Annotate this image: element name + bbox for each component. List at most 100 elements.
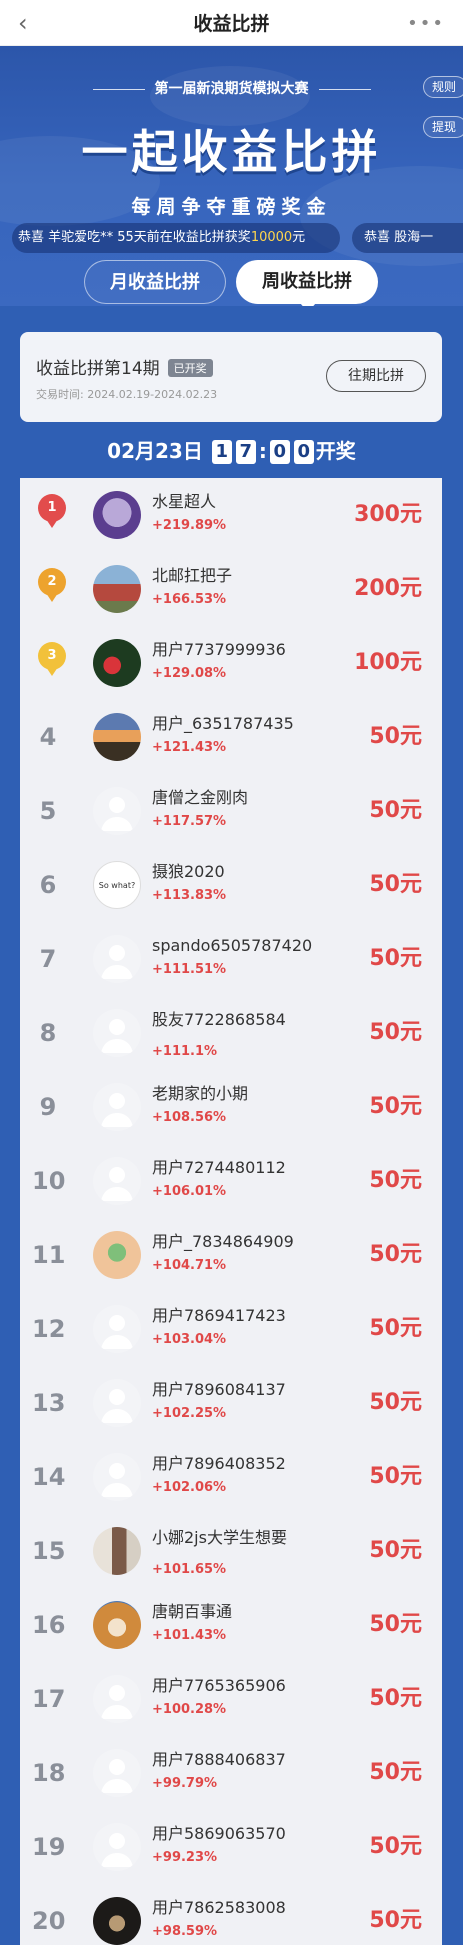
user-name[interactable]: 用户7737999936 — [152, 640, 322, 660]
table-row[interactable]: 11 用户_7834864909 +104.71% 50元 — [20, 1218, 442, 1292]
marquee-amount: 10000 — [250, 230, 293, 245]
winner-marquee-2: 恭喜 股海一 — [352, 223, 463, 253]
table-row[interactable]: 16 唐朝百事通 +101.43% 50元 — [20, 1588, 442, 1662]
rank-medal-icon: 3 — [38, 642, 66, 678]
prize-amount: 300元 — [354, 502, 422, 527]
user-name[interactable]: 小娜2js大学生想要 — [152, 1528, 322, 1548]
rank-number: 1 — [38, 494, 66, 522]
back-chevron-icon[interactable]: ‹ — [18, 11, 28, 35]
table-row[interactable]: 6 So what? 摄狼2020 +113.83% 50元 — [20, 848, 442, 922]
rank-number: 5 — [39, 797, 57, 825]
prize-amount: 50元 — [369, 1834, 422, 1859]
cartoon-bear-avatar — [93, 491, 141, 539]
user-name[interactable]: spando6505787420 — [152, 936, 322, 956]
user-name[interactable]: 用户7765365906 — [152, 1676, 322, 1696]
table-row[interactable]: 17 用户7765365906 +100.28% 50元 — [20, 1662, 442, 1736]
user-name[interactable]: 水星超人 — [152, 492, 322, 512]
table-row[interactable]: 2 北邮扛把子 +166.53% 200元 — [20, 552, 442, 626]
prize-amount: 50元 — [369, 1020, 422, 1045]
tab-month[interactable]: 月收益比拼 — [84, 260, 226, 304]
user-name[interactable]: 用户5869063570 — [152, 1824, 322, 1844]
cartoon-avatar — [93, 1231, 141, 1279]
return-percent: +98.59% — [152, 1924, 218, 1939]
prize-amount: 200元 — [354, 576, 422, 601]
table-row[interactable]: 19 用户5869063570 +99.23% 50元 — [20, 1810, 442, 1884]
rank-number: 14 — [32, 1463, 66, 1491]
table-row[interactable]: 1 水星超人 +219.89% 300元 — [20, 478, 442, 552]
user-name[interactable]: 用户7274480112 — [152, 1158, 322, 1178]
return-percent: +108.56% — [152, 1110, 227, 1125]
table-row[interactable]: 14 用户7896408352 +102.06% 50元 — [20, 1440, 442, 1514]
building-photo-avatar — [93, 565, 141, 613]
table-row[interactable]: 4 用户_6351787435 +121.43% 50元 — [20, 700, 442, 774]
user-name[interactable]: 用户_7834864909 — [152, 1232, 322, 1252]
return-percent: +102.25% — [152, 1406, 227, 1421]
table-row[interactable]: 12 用户7869417423 +103.04% 50元 — [20, 1292, 442, 1366]
user-name[interactable]: 用户7862583008 — [152, 1898, 322, 1918]
text-avatar: So what? — [93, 861, 141, 909]
table-row[interactable]: 13 用户7896084137 +102.25% 50元 — [20, 1366, 442, 1440]
return-percent: +111.51% — [152, 962, 227, 977]
table-row[interactable]: 9 老期家的小期 +108.56% 50元 — [20, 1070, 442, 1144]
table-row[interactable]: 7 spando6505787420 +111.51% 50元 — [20, 922, 442, 996]
default-user-avatar — [93, 1453, 141, 1501]
return-percent: +111.1% — [152, 1044, 218, 1059]
marquee-suffix: 元 — [292, 230, 306, 245]
user-name[interactable]: 摄狼2020 — [152, 862, 322, 882]
table-row[interactable]: 15 小娜2js大学生想要 +101.65% 50元 — [20, 1514, 442, 1588]
user-name[interactable]: 用户7888406837 — [152, 1750, 322, 1770]
user-name[interactable]: 用户7896084137 — [152, 1380, 322, 1400]
prize-amount: 50元 — [369, 798, 422, 823]
rules-button[interactable]: 规则 — [422, 76, 463, 98]
more-dots-icon[interactable]: ••• — [407, 13, 445, 34]
contest-title: 第一届新浪期货模拟大赛 — [0, 78, 463, 98]
default-user-avatar — [93, 1379, 141, 1427]
return-percent: +166.53% — [152, 592, 227, 607]
prize-amount: 50元 — [369, 1908, 422, 1933]
table-row[interactable]: 10 用户7274480112 +106.01% 50元 — [20, 1144, 442, 1218]
table-row[interactable]: 5 唐僧之金刚肉 +117.57% 50元 — [20, 774, 442, 848]
prize-amount: 50元 — [369, 1094, 422, 1119]
user-name[interactable]: 唐朝百事通 — [152, 1602, 322, 1622]
prize-amount: 50元 — [369, 946, 422, 971]
return-percent: +121.43% — [152, 740, 227, 755]
rank-number: 7 — [39, 945, 57, 973]
tab-week[interactable]: 周收益比拼 — [236, 260, 378, 306]
person-photo-avatar — [93, 1527, 141, 1575]
table-row[interactable]: 3 用户7737999936 +129.08% 100元 — [20, 626, 442, 700]
period-title-text: 收益比拼第14期 — [36, 359, 160, 379]
table-row[interactable]: 20 用户7862583008 +98.59% 50元 — [20, 1884, 442, 1945]
table-row[interactable]: 18 用户7888406837 +99.79% 50元 — [20, 1736, 442, 1810]
user-name[interactable]: 北邮扛把子 — [152, 566, 322, 586]
page-title: 收益比拼 — [193, 13, 270, 35]
rank-number: 20 — [32, 1907, 66, 1935]
default-user-avatar — [93, 1083, 141, 1131]
user-name[interactable]: 用户7896408352 — [152, 1454, 322, 1474]
user-name[interactable]: 用户_6351787435 — [152, 714, 322, 734]
default-user-avatar — [93, 1823, 141, 1871]
history-button[interactable]: 往期比拼 — [326, 360, 426, 392]
default-user-avatar — [93, 1675, 141, 1723]
rank-number: 8 — [39, 1019, 57, 1047]
main-title: 一起收益比拼 — [81, 125, 382, 179]
user-name[interactable]: 用户7869417423 — [152, 1306, 322, 1326]
hero-banner: 第一届新浪期货模拟大赛 规则 提现 一起收益比拼 每周争夺重磅奖金 恭喜 羊驼爱… — [0, 46, 463, 306]
table-row[interactable]: 8 股友7722868584 +111.1% 50元 — [20, 996, 442, 1070]
user-name[interactable]: 股友7722868584 — [152, 1010, 322, 1030]
rank-number: 15 — [32, 1537, 66, 1565]
dog-photo-avatar — [93, 1601, 141, 1649]
status-badge: 已开奖 — [167, 359, 213, 377]
prize-amount: 100元 — [354, 650, 422, 675]
user-name[interactable]: 唐僧之金刚肉 — [152, 788, 322, 808]
prize-amount: 50元 — [369, 724, 422, 749]
default-user-avatar — [93, 1305, 141, 1353]
rank-number: 2 — [38, 568, 66, 596]
return-percent: +103.04% — [152, 1332, 227, 1347]
user-name[interactable]: 老期家的小期 — [152, 1084, 322, 1104]
dark-photo-avatar — [93, 1897, 141, 1945]
return-percent: +101.65% — [152, 1562, 227, 1577]
draw-date: 02月23日 — [107, 439, 203, 463]
return-percent: +104.71% — [152, 1258, 227, 1273]
minute-digit: 0 — [269, 440, 290, 464]
return-percent: +106.01% — [152, 1184, 227, 1199]
